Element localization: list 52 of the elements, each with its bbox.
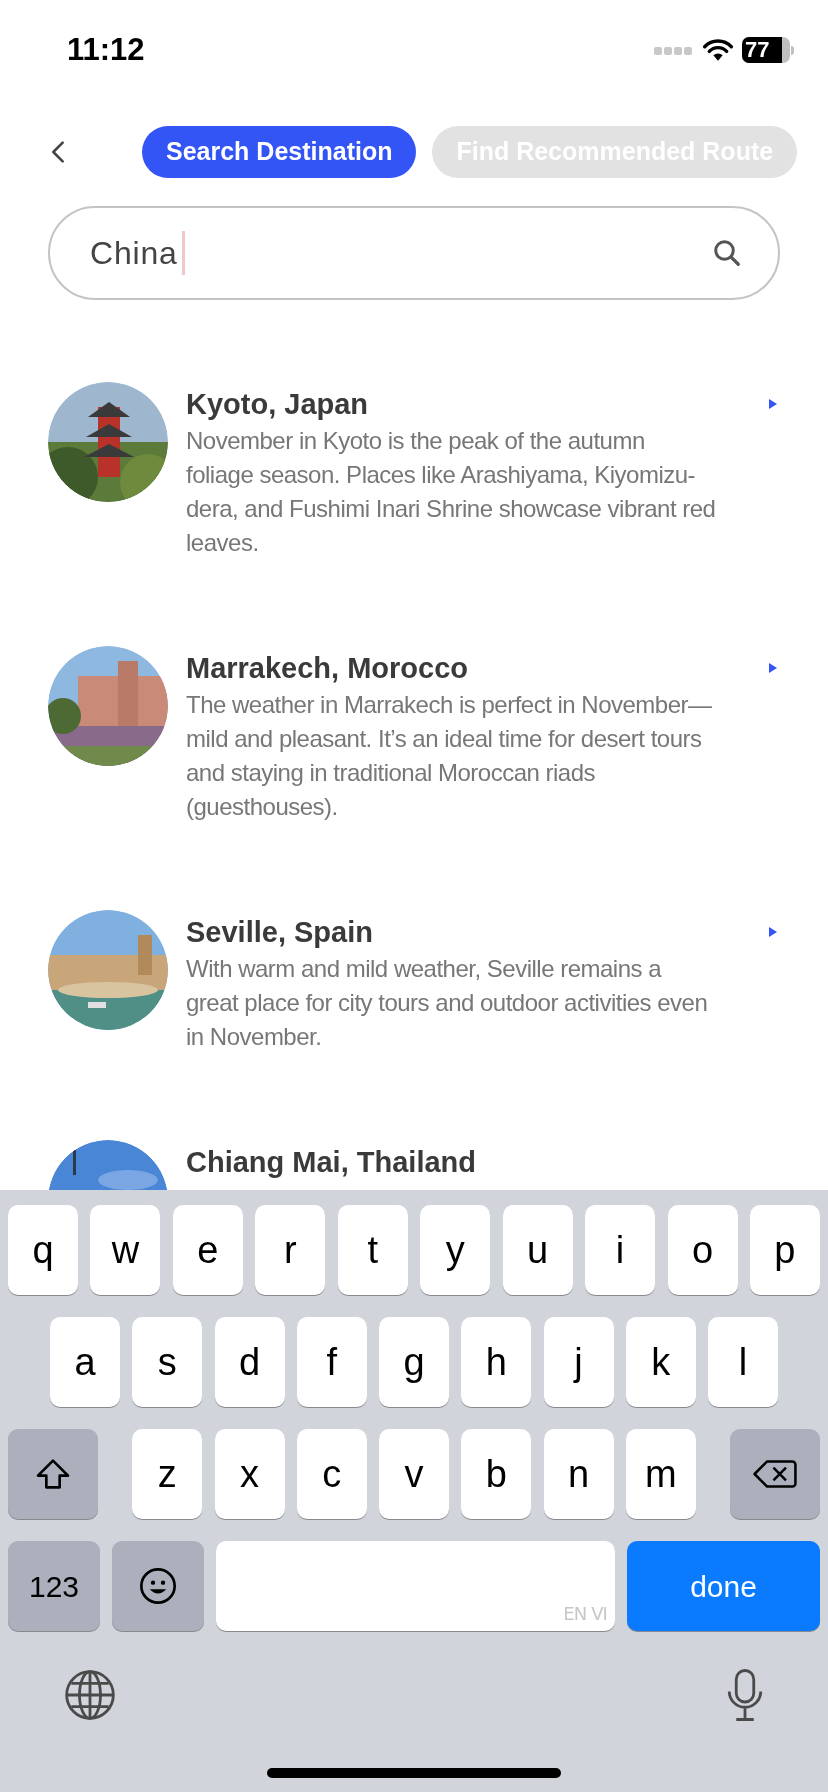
destination-title: Chiang Mai, Thailand	[186, 1145, 477, 1180]
search-icon	[712, 238, 742, 268]
keyboard-key[interactable]: k	[625, 1317, 696, 1407]
keyboard-key[interactable]: v	[379, 1429, 449, 1519]
delete-key[interactable]	[730, 1429, 820, 1519]
play-arrow-icon[interactable]	[768, 398, 778, 410]
status-time: 11:12	[67, 30, 145, 69]
destination-description: The weather in Marrakech is perfect in November—mild and pleasant. It’s an ideal time for desert tours and staying in traditional Moroccan riads (guesthouses).	[186, 690, 713, 822]
emoji-key[interactable]	[112, 1541, 204, 1631]
keyboard-key[interactable]: w	[90, 1205, 161, 1295]
keyboard-key[interactable]: o	[667, 1205, 738, 1295]
keyboard-key[interactable]: r	[255, 1205, 326, 1295]
keyboard-key[interactable]: c	[296, 1429, 367, 1519]
keyboard-key[interactable]: u	[502, 1205, 573, 1295]
destination-title: Kyoto, Japan	[186, 387, 370, 422]
destination-title: Marrakech, Morocco	[186, 651, 470, 686]
keyboard-key[interactable]: a	[50, 1317, 120, 1407]
battery-level: 77	[742, 37, 782, 63]
play-arrow-icon[interactable]	[768, 926, 778, 938]
destination-description: November in Kyoto is the peak of the autumn foliage season. Places like Arashiyama, Kiyomizu-dera, and Fushimi Inari Shrine showcase vibrant red leaves.	[186, 426, 717, 558]
shift-key[interactable]	[8, 1429, 98, 1519]
keyboard-key[interactable]: l	[708, 1317, 778, 1407]
done-key[interactable]: done	[627, 1541, 820, 1631]
keyboard-key[interactable]: e	[172, 1205, 243, 1295]
globe-icon[interactable]	[62, 1667, 118, 1723]
keyboard-key[interactable]: p	[749, 1205, 820, 1295]
keyboard-key[interactable]: b	[461, 1429, 532, 1519]
signal-icon	[654, 45, 694, 55]
keyboard-key[interactable]: g	[379, 1317, 449, 1407]
keyboard-key[interactable]: h	[461, 1317, 532, 1407]
destination-description: With warm and mild weather, Seville remains a great place for city tours and outdoor activities even in November.	[186, 954, 709, 1052]
keyboard-key[interactable]: y	[420, 1205, 491, 1295]
backspace-icon	[753, 1458, 797, 1490]
keyboard-key[interactable]: s	[132, 1317, 203, 1407]
search-field[interactable]: China	[48, 206, 780, 300]
keyboard-key[interactable]: j	[543, 1317, 614, 1407]
keyboard-key[interactable]: t	[337, 1205, 408, 1295]
tab[interactable]: Search Destination	[142, 126, 417, 178]
keyboard-key[interactable]: n	[543, 1429, 614, 1519]
keyboard-key[interactable]: q	[8, 1205, 78, 1295]
back-icon	[51, 140, 65, 164]
play-arrow-icon[interactable]	[768, 662, 778, 674]
numbers-key[interactable]: 123	[8, 1541, 100, 1631]
wifi-icon	[702, 38, 734, 62]
keyboard-key[interactable]: z	[132, 1429, 203, 1519]
destination-title: Seville, Spain	[186, 915, 374, 950]
smiley-icon	[138, 1566, 178, 1606]
keyboard-key[interactable]: x	[214, 1429, 285, 1519]
keyboard-key[interactable]: f	[296, 1317, 367, 1407]
keyboard-key[interactable]: d	[214, 1317, 285, 1407]
keyboard-key[interactable]: i	[585, 1205, 656, 1295]
keyboard-key[interactable]: m	[625, 1429, 696, 1519]
